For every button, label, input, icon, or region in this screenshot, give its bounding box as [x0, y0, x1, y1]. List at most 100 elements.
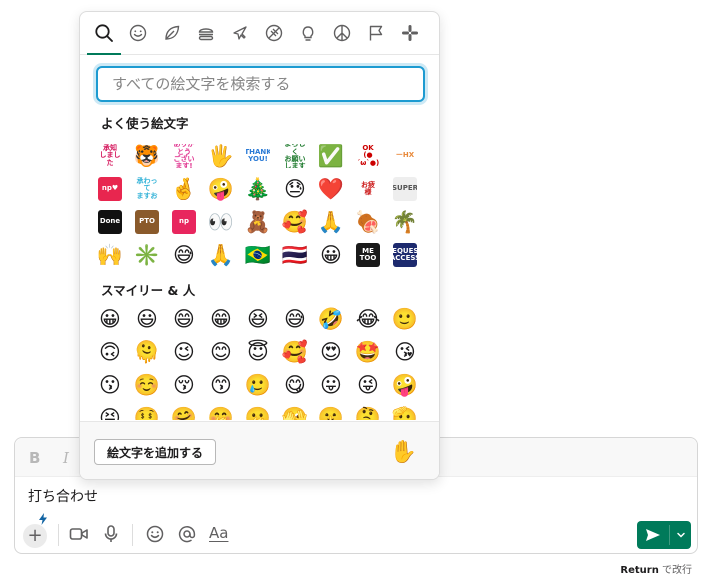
emoji-cell[interactable]: 🙏 — [206, 240, 236, 270]
emoji-cell[interactable]: Done — [95, 207, 125, 237]
emoji-cell[interactable]: ❤️ — [316, 174, 346, 204]
emoji-cell[interactable]: 🤞 — [169, 174, 199, 204]
add-emoji-button[interactable]: 絵文字を追加する — [94, 439, 217, 465]
emoji-cell[interactable]: 🌴 — [390, 207, 420, 237]
emoji-cell[interactable]: よろしく お願い します — [280, 141, 310, 171]
audio-clip-button[interactable] — [99, 522, 123, 546]
emoji-cell[interactable]: ME TOO — [353, 240, 383, 270]
emoji-cell[interactable]: 🤑 — [132, 403, 162, 420]
emoji-cell[interactable]: 😗 — [95, 370, 125, 400]
emoji-cell[interactable]: 😊 — [206, 337, 236, 367]
emoji-cell[interactable]: 🙌 — [95, 240, 125, 270]
emoji-cell[interactable]: 😀 — [95, 304, 125, 334]
attach-plus-button[interactable]: + — [23, 524, 47, 548]
emoji-cell[interactable]: 🫡 — [390, 403, 420, 420]
emoji-cell[interactable]: np♥ — [95, 174, 125, 204]
emoji-cell[interactable]: 😇 — [243, 337, 273, 367]
smiley-icon — [129, 24, 147, 42]
emoji-cell[interactable]: 🫣 — [280, 403, 310, 420]
emoji-cell[interactable]: ☺️ — [132, 370, 162, 400]
tab-travel[interactable] — [227, 20, 253, 46]
emoji-cell[interactable]: 😁 — [206, 304, 236, 334]
emoji-cell[interactable]: ーHX — [390, 141, 420, 171]
tab-food[interactable] — [193, 20, 219, 46]
tab-nature[interactable] — [159, 20, 185, 46]
emoji-cell[interactable]: 🤗 — [169, 403, 199, 420]
tab-smileys[interactable] — [125, 20, 151, 46]
emoji-cell[interactable]: PTO — [132, 207, 162, 237]
emoji-cell[interactable]: 😜 — [353, 370, 383, 400]
emoji-cell[interactable]: 🤔 — [353, 403, 383, 420]
emoji-cell[interactable]: 🫢 — [243, 403, 273, 420]
custom-emoji: REQUEST ACCESS — [393, 243, 417, 267]
tab-custom[interactable] — [397, 20, 423, 46]
emoji-cell[interactable]: 🤫 — [316, 403, 346, 420]
tab-symbols[interactable] — [329, 20, 355, 46]
emoji-cell[interactable]: 🙃 — [95, 337, 125, 367]
emoji-cell[interactable]: 🥰 — [280, 337, 310, 367]
emoji-cell[interactable]: 🫠 — [132, 337, 162, 367]
formatting-toggle-button[interactable]: Aa — [209, 524, 228, 542]
emoji-cell[interactable]: 😀 — [316, 240, 346, 270]
emoji-cell[interactable]: 承わって ますお — [132, 174, 162, 204]
emoji-cell[interactable]: 🥲 — [243, 370, 273, 400]
emoji-cell[interactable]: 😍 — [316, 337, 346, 367]
emoji-cell[interactable]: 🤪 — [390, 370, 420, 400]
message-input[interactable]: 打ち合わせ — [28, 486, 98, 506]
emoji-cell[interactable]: np — [169, 207, 199, 237]
emoji-cell[interactable]: 😅 — [280, 304, 310, 334]
schedule-send-button[interactable] — [670, 521, 691, 549]
emoji-cell[interactable]: 🤩 — [353, 337, 383, 367]
emoji-cell[interactable]: 承知 しました — [95, 141, 125, 171]
emoji-button[interactable] — [143, 522, 167, 546]
tab-search[interactable] — [87, 20, 121, 55]
tab-flags[interactable] — [363, 20, 389, 46]
emoji-cell[interactable]: 😙 — [206, 370, 236, 400]
emoji-cell[interactable]: 😃 — [132, 304, 162, 334]
emoji-cell[interactable]: 👀 — [206, 207, 236, 237]
emoji-cell[interactable]: ありがとう ございます! — [169, 141, 199, 171]
bold-button[interactable]: B — [29, 449, 40, 467]
emoji-cell[interactable]: 🙂 — [390, 304, 420, 334]
skin-tone-button[interactable]: ✋ — [390, 440, 417, 465]
emoji: 👀 — [207, 209, 235, 234]
emoji-cell[interactable]: 🤪 — [206, 174, 236, 204]
emoji-cell[interactable]: 🇧🇷 — [243, 240, 273, 270]
emoji-cell[interactable]: 😘 — [390, 337, 420, 367]
emoji-cell[interactable]: 🖐 — [206, 141, 236, 171]
emoji-cell[interactable]: ✳️ — [132, 240, 162, 270]
emoji-cell[interactable]: 😋 — [280, 370, 310, 400]
emoji-cell[interactable]: 😝 — [95, 403, 125, 420]
emoji-search-input[interactable] — [96, 66, 425, 102]
emoji-cell[interactable]: 🤭 — [206, 403, 236, 420]
emoji-cell[interactable]: 😅 — [169, 240, 199, 270]
emoji-cell[interactable]: ✅ — [316, 141, 346, 171]
emoji-cell[interactable]: THANK YOU! — [243, 141, 273, 171]
video-clip-button[interactable] — [67, 522, 91, 546]
emoji-cell[interactable]: 😚 — [169, 370, 199, 400]
emoji-cell[interactable]: 😂 — [353, 304, 383, 334]
emoji-cell[interactable]: 🎄 — [243, 174, 273, 204]
emoji-cell[interactable]: 😄 — [169, 304, 199, 334]
emoji-cell[interactable]: REQUEST ACCESS — [390, 240, 420, 270]
emoji-cell[interactable]: 😛 — [316, 370, 346, 400]
emoji-cell[interactable]: お疲 様 — [353, 174, 383, 204]
emoji-cell[interactable]: 🥰 — [280, 207, 310, 237]
emoji-cell[interactable]: SUPER — [390, 174, 420, 204]
emoji-cell[interactable]: 🍖 — [353, 207, 383, 237]
tab-activity[interactable] — [261, 20, 287, 46]
send-button[interactable] — [637, 521, 669, 549]
emoji-cell[interactable]: 🐯 — [132, 141, 162, 171]
emoji-cell[interactable]: OK (●´ω`●) — [353, 141, 383, 171]
emoji-cell[interactable]: 🇹🇭 — [280, 240, 310, 270]
emoji-cell[interactable]: 🤣 — [316, 304, 346, 334]
mention-button[interactable] — [175, 522, 199, 546]
emoji-cell[interactable]: 😓 — [280, 174, 310, 204]
emoji-cell[interactable]: 🧸 — [243, 207, 273, 237]
custom-emoji: np♥ — [98, 177, 122, 201]
emoji-cell[interactable]: 🙏 — [316, 207, 346, 237]
italic-button[interactable]: I — [63, 449, 69, 467]
emoji-cell[interactable]: 😆 — [243, 304, 273, 334]
tab-objects[interactable] — [295, 20, 321, 46]
emoji-cell[interactable]: 😉 — [169, 337, 199, 367]
